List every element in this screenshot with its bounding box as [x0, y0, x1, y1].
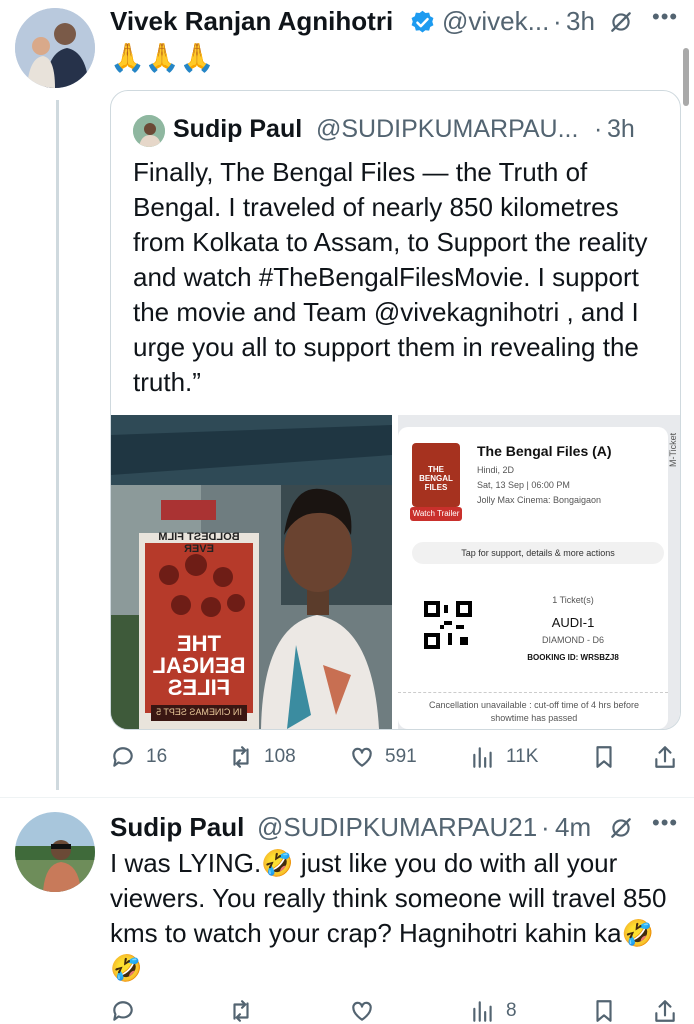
share-button[interactable] [652, 744, 678, 770]
reply-author-name[interactable]: Sudip Paul [110, 812, 244, 843]
reply-author-handle[interactable]: @SUDIPKUMARPAU21 [257, 812, 537, 843]
reply-like-button[interactable] [349, 998, 375, 1024]
share-icon [652, 998, 678, 1024]
quoted-separator-dot: · [594, 115, 603, 143]
quoted-tweet-card[interactable]: Sudip Paul @SUDIPKUMARPAU... · 3h Finall… [110, 90, 681, 730]
grok-icon[interactable] [608, 9, 634, 35]
reply-share-button[interactable] [652, 998, 678, 1024]
tweet-time[interactable]: 3h [566, 6, 595, 37]
bookmark-icon [591, 744, 617, 770]
ticket-seat: DIAMOND - D6 [541, 635, 604, 645]
ticket-datetime: Sat, 13 Sep | 06:00 PM [477, 480, 570, 490]
share-icon [652, 744, 678, 770]
poster-footer: IN CINEMAS SEPT 5 [156, 707, 242, 717]
reply-avatar[interactable] [15, 812, 95, 892]
bookmark-button[interactable] [591, 744, 617, 770]
poster-title-line3: FILES [167, 675, 231, 700]
views-button[interactable]: 11K [470, 744, 538, 770]
ticket-card: THE BENGAL FILES Watch Trailer The Benga… [398, 427, 678, 729]
quoted-author-handle[interactable]: @SUDIPKUMARPAU... [316, 115, 578, 144]
reply-views-button[interactable]: 8 [470, 998, 517, 1024]
ticket-venue: Jolly Max Cinema: Bongaigaon [477, 495, 602, 505]
reply-avatar-image [15, 812, 95, 892]
scrollbar[interactable] [683, 48, 689, 106]
quoted-author-name[interactable]: Sudip Paul [173, 115, 302, 144]
thread-line [56, 100, 59, 790]
reply-count: 16 [146, 746, 168, 767]
ticket-movie-title: The Bengal Files (A) [477, 443, 612, 459]
reply-views-count: 8 [506, 1000, 517, 1021]
verified-badge-icon [409, 9, 436, 36]
watch-trailer-button[interactable]: Watch Trailer [410, 507, 462, 521]
reply-grok-icon[interactable] [608, 815, 634, 841]
views-icon [470, 744, 496, 770]
retweet-icon [228, 744, 254, 770]
ticket-cancellation: Cancellation unavailable : cut-off time … [429, 700, 639, 723]
reply-icon [110, 744, 136, 770]
tweet-divider [0, 797, 694, 798]
m-ticket-label: M-Ticket [668, 432, 678, 467]
reply-retweet-button[interactable] [228, 998, 254, 1024]
like-count: 591 [385, 746, 417, 767]
poster-title-line1: THE [177, 631, 221, 656]
poster-title: THE BENGAL FILES [145, 631, 253, 700]
reply-icon [110, 998, 136, 1024]
like-button[interactable]: 591 [349, 744, 417, 770]
thumbnail-title: THE BENGAL FILES [419, 465, 453, 492]
movie-thumbnail: THE BENGAL FILES [412, 443, 460, 507]
separator-dot: · [553, 6, 562, 36]
views-count: 11K [506, 746, 539, 767]
qr-code-icon [424, 601, 472, 649]
quoted-time[interactable]: 3h [607, 115, 635, 144]
reply-text: I was LYING.🤣 just like you do with all … [110, 848, 667, 983]
reply-more-icon[interactable]: ••• [652, 810, 678, 836]
more-icon[interactable]: ••• [652, 4, 678, 30]
retweet-icon [228, 998, 254, 1024]
reply-button[interactable]: 16 [110, 744, 167, 770]
author-handle[interactable]: @vivek... [442, 6, 549, 37]
ticket-booking-id: BOOKING ID: WRSBZJ8 [527, 653, 619, 662]
author-name[interactable]: Vivek Ranjan Agnihotri [110, 6, 393, 37]
ticket-screen: AUDI-1 [551, 615, 595, 630]
reply-reply-button[interactable] [110, 998, 136, 1024]
avatar[interactable] [15, 8, 95, 88]
quoted-avatar[interactable] [133, 115, 165, 147]
reply-time[interactable]: 4m [555, 812, 591, 843]
ticket-divider [398, 692, 668, 693]
tweet-text: 🙏🙏🙏 [110, 42, 215, 73]
bookmark-icon [591, 998, 617, 1024]
support-bar[interactable]: Tap for support, details & more actions [412, 542, 664, 564]
retweet-button[interactable]: 108 [228, 744, 296, 770]
poster-title-line2: BENGAL [152, 653, 246, 678]
ticket-language: Hindi, 2D [477, 465, 515, 475]
reply-separator-dot: · [541, 812, 550, 842]
reply-bookmark-button[interactable] [591, 998, 617, 1024]
views-icon [470, 998, 496, 1024]
quoted-photo-ticket[interactable]: THE BENGAL FILES Watch Trailer The Benga… [398, 415, 680, 729]
quoted-tweet-text: Finally, The Bengal Files — the Truth of… [133, 157, 648, 397]
ticket-count: 1 Ticket(s) [552, 595, 594, 605]
like-icon [349, 744, 375, 770]
retweet-count: 108 [264, 746, 296, 767]
like-icon [349, 998, 375, 1024]
poster-banner: BOLDEST FILM EVER [158, 531, 240, 555]
quoted-photo-selfie[interactable]: BOLDEST FILM EVER THE BENGAL FILES IN CI… [111, 415, 392, 729]
avatar-image [15, 8, 95, 88]
